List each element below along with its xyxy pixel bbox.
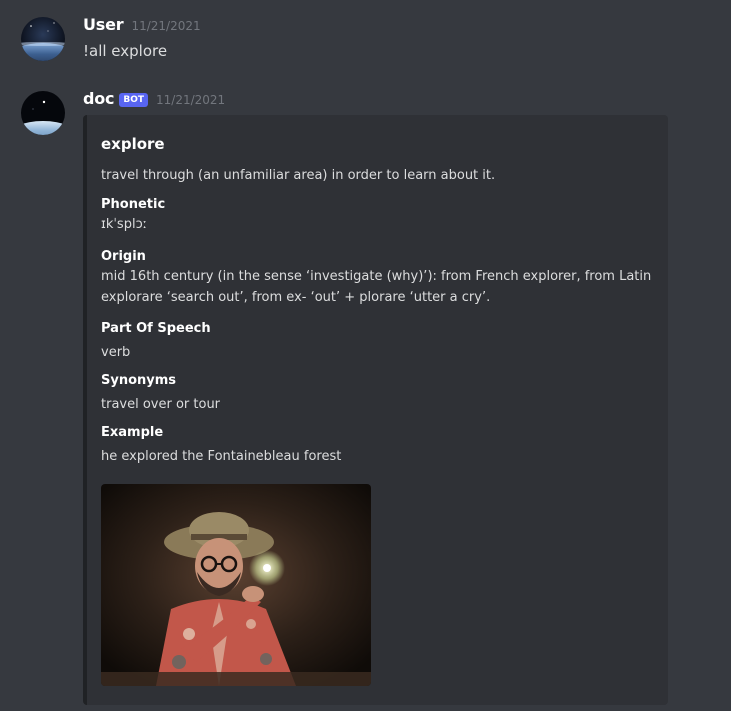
field-name: Example — [101, 425, 164, 440]
embed-field-part-of-speech: Part Of Speech verb — [101, 320, 656, 363]
field-name: Phonetic — [101, 197, 166, 212]
message-header: User 11/21/2021 — [83, 15, 201, 34]
bot-avatar[interactable] — [21, 91, 65, 135]
embed-title: explore — [101, 135, 165, 153]
field-value: mid 16th century (in the sense ‘investig… — [101, 269, 652, 305]
user-avatar[interactable] — [21, 17, 65, 61]
field-value: travel over or tour — [101, 397, 221, 412]
timestamp: 11/21/2021 — [131, 19, 201, 33]
embed-field-origin: Origin mid 16th century (in the sense ‘i… — [101, 248, 656, 308]
field-value: ɪkˈsplɔː — [101, 217, 148, 232]
embed-image[interactable] — [101, 484, 371, 686]
field-name: Origin — [101, 249, 146, 264]
message-header: doc BOT 11/21/2021 — [83, 89, 225, 109]
bot-tag: BOT — [119, 93, 148, 107]
field-name: Synonyms — [101, 373, 177, 388]
field-name: Part Of Speech — [101, 321, 211, 336]
embed-field-phonetic: Phonetic ɪkˈsplɔː — [101, 196, 656, 235]
embed-description: travel through (an unfamiliar area) in o… — [101, 168, 496, 183]
field-value: he explored the Fontainebleau forest — [101, 449, 342, 464]
explorer-gif-image — [101, 484, 371, 686]
embed: explore travel through (an unfamiliar ar… — [83, 115, 668, 705]
space-earth-avatar-icon — [21, 17, 65, 61]
embed-field-synonyms: Synonyms travel over or tour — [101, 372, 656, 415]
chat-messages: User 11/21/2021 !all explore doc BOT 11/… — [0, 0, 731, 711]
username[interactable]: User — [83, 15, 124, 34]
embed-field-example: Example he explored the Fontainebleau fo… — [101, 424, 656, 467]
message-content: !all explore — [83, 42, 168, 60]
username[interactable]: doc — [83, 89, 115, 108]
timestamp: 11/21/2021 — [156, 93, 226, 107]
planet-horizon-avatar-icon — [21, 91, 65, 135]
field-value: verb — [101, 345, 131, 360]
